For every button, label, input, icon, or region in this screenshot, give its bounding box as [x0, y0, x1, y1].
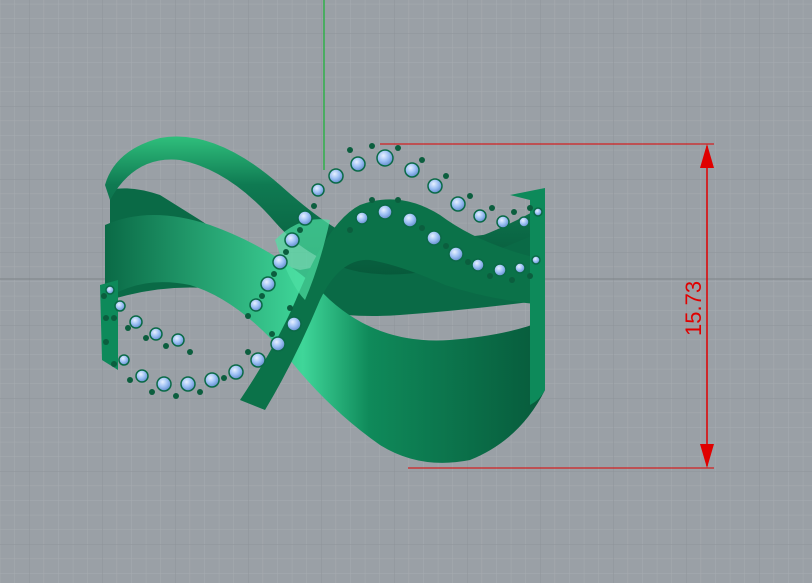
viewport-canvas[interactable]: 15.73: [0, 0, 812, 583]
dimension-value: 15.73: [681, 281, 706, 336]
3d-viewport[interactable]: 15.73: [0, 0, 812, 583]
